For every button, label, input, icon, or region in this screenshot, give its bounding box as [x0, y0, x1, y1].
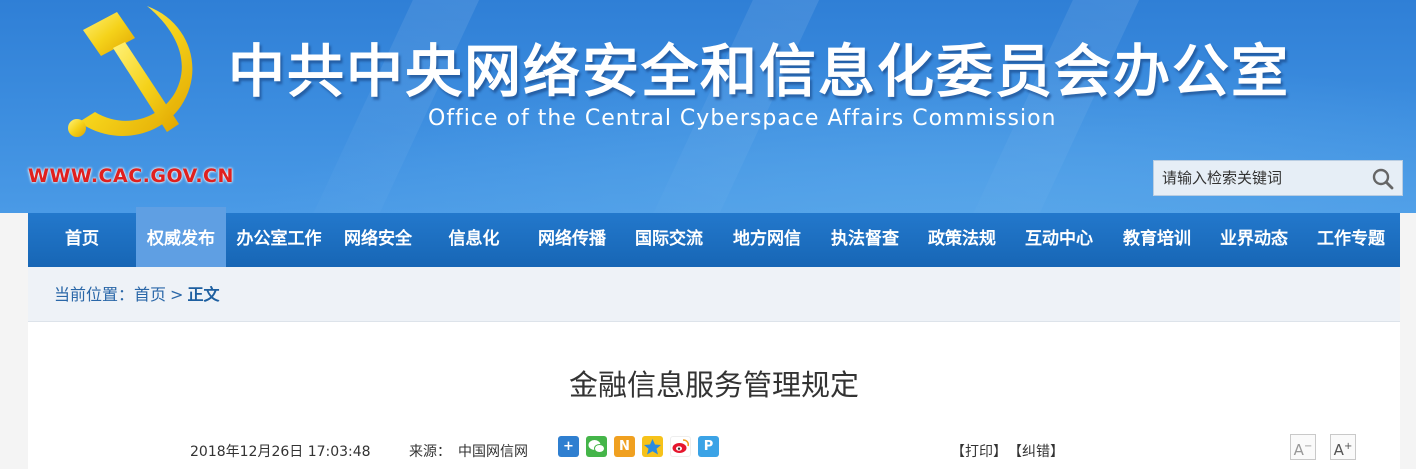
site-title-cn: 中共中央网络安全和信息化委员会办公室 — [228, 39, 1290, 105]
site-url[interactable]: WWW.CAC.GOV.CN — [28, 165, 234, 187]
search-input[interactable] — [1154, 161, 1372, 195]
correction-link[interactable]: 【纠错】 — [1015, 444, 1064, 460]
nav-item-authoritative-release[interactable]: 权威发布 — [136, 207, 226, 267]
nav-item-interaction-center[interactable]: 互动中心 — [1010, 213, 1108, 267]
n-icon[interactable]: N — [614, 436, 635, 457]
breadcrumb: 当前位置：首页 > 正文 — [28, 267, 1400, 322]
site-title-en: Office of the Central Cyberspace Affairs… — [428, 106, 1057, 131]
nav-item-industry-news[interactable]: 业界动态 — [1206, 213, 1302, 267]
nav-item-cybersecurity[interactable]: 网络安全 — [332, 213, 424, 267]
font-increase-button[interactable]: A+ — [1330, 434, 1356, 460]
qzone-icon[interactable] — [642, 436, 663, 457]
article-source: 中国网信网 — [458, 444, 528, 460]
nav-item-international-exchange[interactable]: 国际交流 — [620, 213, 718, 267]
p-icon[interactable]: P — [698, 436, 719, 457]
plus-icon: + — [1343, 441, 1353, 452]
weibo-icon[interactable] — [670, 436, 691, 457]
article-meta: 2018年12月26日 17:03:48 来源： 中国网信网 + N P 【打印… — [28, 434, 1400, 464]
nav-item-office-work[interactable]: 办公室工作 — [226, 213, 332, 267]
header-banner: 中共中央网络安全和信息化委员会办公室 Office of the Central… — [0, 0, 1416, 213]
print-link[interactable]: 【打印】 — [951, 444, 1007, 460]
nav-item-policies-regulations[interactable]: 政策法规 — [914, 213, 1010, 267]
nav-item-network-communication[interactable]: 网络传播 — [524, 213, 620, 267]
nav-item-work-topics[interactable]: 工作专题 — [1302, 213, 1400, 267]
wechat-icon[interactable] — [586, 436, 607, 457]
font-decrease-button[interactable]: A− — [1290, 434, 1316, 460]
search-box — [1153, 160, 1403, 196]
share-plus-icon[interactable]: + — [558, 436, 579, 457]
breadcrumb-current: 正文 — [187, 285, 220, 304]
article-title: 金融信息服务管理规定 — [568, 368, 859, 402]
nav-item-home[interactable]: 首页 — [28, 213, 136, 267]
font-increase-label: A — [1333, 441, 1344, 459]
nav-item-local-cyberspace[interactable]: 地方网信 — [718, 213, 816, 267]
font-decrease-label: A — [1293, 441, 1304, 459]
nav-item-law-enforcement[interactable]: 执法督查 — [816, 213, 914, 267]
article-actions: 【打印】 【纠错】 — [951, 441, 1072, 461]
article-content: 金融信息服务管理规定 2018年12月26日 17:03:48 来源： 中国网信… — [28, 322, 1400, 469]
main-nav: 首页 权威发布 办公室工作 网络安全 信息化 网络传播 国际交流 地方网信 执法… — [28, 207, 1400, 267]
party-emblem-icon — [68, 6, 193, 137]
breadcrumb-home-link[interactable]: 首页 — [134, 285, 166, 304]
minus-icon: − — [1303, 441, 1313, 452]
nav-item-education-training[interactable]: 教育培训 — [1108, 213, 1206, 267]
nav-item-informatization[interactable]: 信息化 — [424, 213, 524, 267]
breadcrumb-separator: > — [170, 285, 184, 304]
breadcrumb-prefix: 当前位置： — [54, 285, 135, 304]
search-icon[interactable] — [1370, 166, 1396, 192]
article-date: 2018年12月26日 17:03:48 — [190, 444, 371, 460]
article-source-label: 来源： — [409, 444, 451, 460]
